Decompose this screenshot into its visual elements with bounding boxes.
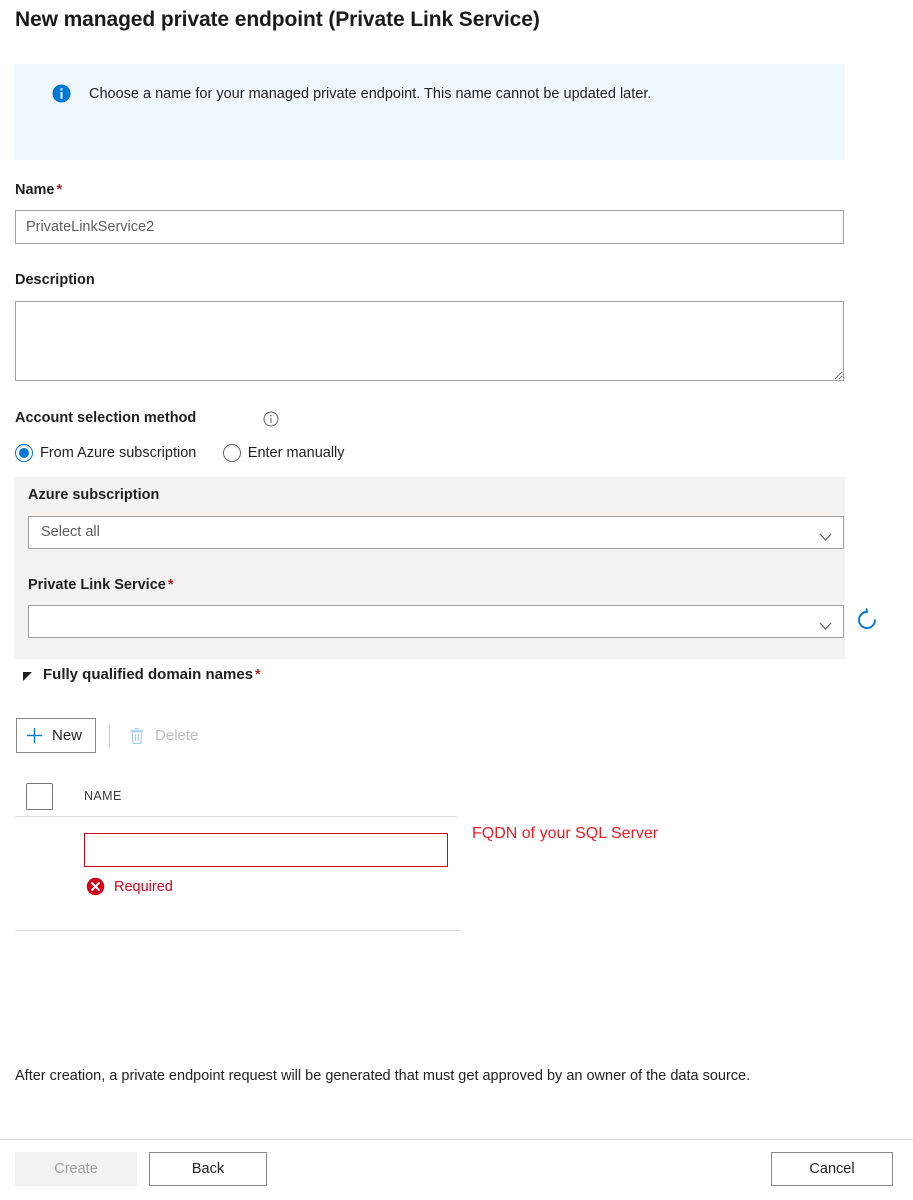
azure-subscription-label: Azure subscription bbox=[28, 487, 160, 503]
create-button[interactable]: Create bbox=[15, 1152, 137, 1186]
plus-icon bbox=[26, 727, 43, 744]
fqdn-validation-error-text: Required bbox=[114, 878, 173, 895]
info-banner: Choose a name for your managed private e… bbox=[14, 64, 845, 160]
fqdn-name-input[interactable] bbox=[84, 833, 448, 867]
info-banner-text: Choose a name for your managed private e… bbox=[89, 86, 652, 102]
new-managed-private-endpoint-panel: New managed private endpoint (Private Li… bbox=[0, 0, 913, 1200]
radio-mark-selected bbox=[15, 444, 33, 462]
description-label: Description bbox=[15, 272, 95, 288]
private-link-service-label-text: Private Link Service bbox=[28, 577, 166, 593]
account-selection-radio-group: From Azure subscription Enter manually bbox=[15, 444, 345, 468]
footer-divider bbox=[0, 1139, 913, 1140]
delete-fqdn-button[interactable]: Delete bbox=[123, 718, 204, 753]
fqdn-section-header[interactable]: Fully qualified domain names * bbox=[22, 666, 261, 683]
chevron-down-icon bbox=[819, 528, 832, 541]
name-required-asterisk: * bbox=[56, 182, 63, 198]
name-label: Name * bbox=[15, 182, 62, 198]
column-header-name: NAME bbox=[84, 789, 122, 803]
radio-label-from-azure-subscription: From Azure subscription bbox=[40, 445, 197, 461]
radio-mark-unselected bbox=[222, 444, 241, 462]
error-circle-icon bbox=[86, 877, 105, 896]
info-outline-icon[interactable] bbox=[263, 411, 279, 427]
name-input[interactable] bbox=[15, 210, 844, 244]
private-link-service-select[interactable] bbox=[28, 605, 844, 638]
name-label-text: Name bbox=[15, 182, 55, 198]
account-selection-method-label: Account selection method bbox=[15, 410, 197, 426]
fqdn-toolbar: New Delete bbox=[16, 717, 204, 754]
new-fqdn-button[interactable]: New bbox=[16, 718, 97, 753]
refresh-icon[interactable] bbox=[853, 607, 881, 635]
private-link-service-label: Private Link Service * bbox=[28, 577, 173, 593]
fqdn-annotation: FQDN of your SQL Server bbox=[472, 825, 659, 842]
footer-note: After creation, a private endpoint reque… bbox=[15, 1068, 751, 1084]
page-title: New managed private endpoint (Private Li… bbox=[15, 8, 540, 31]
trash-icon bbox=[129, 727, 145, 745]
azure-subscription-value: Select all bbox=[41, 524, 100, 540]
description-textarea[interactable] bbox=[15, 301, 844, 381]
fqdn-validation-error: Required bbox=[86, 877, 173, 896]
delete-fqdn-button-label: Delete bbox=[155, 727, 199, 744]
caret-down-icon bbox=[22, 669, 34, 681]
new-fqdn-button-label: New bbox=[52, 727, 83, 744]
fqdn-required-asterisk: * bbox=[255, 667, 261, 683]
fqdn-section-title-text: Fully qualified domain names bbox=[43, 666, 254, 683]
back-button[interactable]: Back bbox=[149, 1152, 267, 1186]
table-row-divider bbox=[15, 930, 460, 931]
azure-subscription-select[interactable]: Select all bbox=[28, 516, 844, 549]
fqdn-table-header: NAME bbox=[15, 780, 457, 815]
radio-from-azure-subscription[interactable]: From Azure subscription bbox=[15, 444, 196, 462]
info-circle-icon bbox=[52, 84, 71, 103]
cancel-button[interactable]: Cancel bbox=[771, 1152, 893, 1186]
select-all-checkbox[interactable] bbox=[26, 783, 53, 810]
chevron-down-icon bbox=[819, 617, 832, 630]
fqdn-section-title: Fully qualified domain names * bbox=[43, 666, 261, 683]
radio-enter-manually[interactable]: Enter manually bbox=[222, 444, 345, 462]
table-header-divider bbox=[15, 816, 457, 817]
radio-label-enter-manually: Enter manually bbox=[247, 445, 345, 461]
toolbar-divider bbox=[109, 724, 111, 747]
private-link-service-required-asterisk: * bbox=[167, 577, 174, 593]
